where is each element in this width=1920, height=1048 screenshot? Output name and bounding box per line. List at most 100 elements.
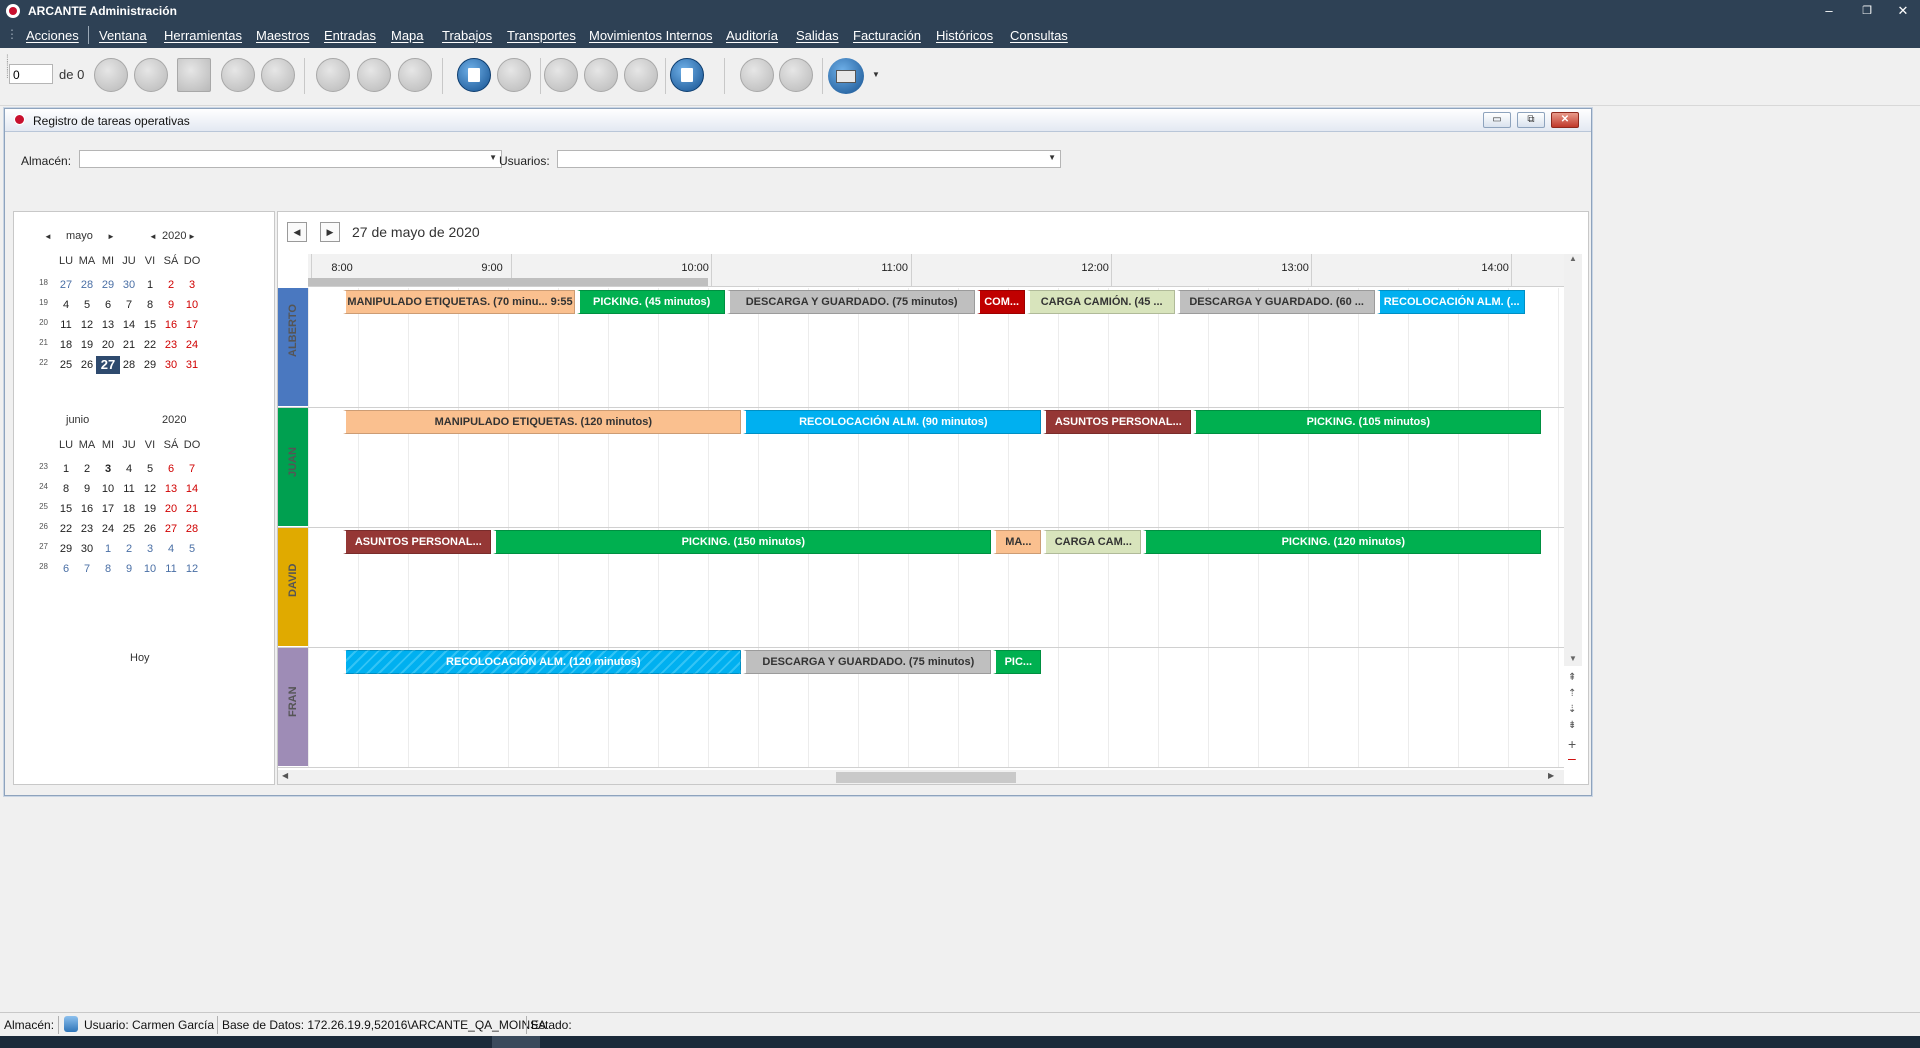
restore-button[interactable]: ❐ [1850, 0, 1884, 22]
appointment[interactable]: RECOLOCACIÓN ALM. (... [1376, 290, 1525, 314]
scroll-right-icon[interactable]: ▶ [1548, 771, 1554, 780]
record-number-input[interactable]: 0 [9, 64, 53, 84]
time-label: 12:00 [1081, 262, 1109, 274]
calendar-day[interactable]: 31 [180, 356, 204, 374]
horizontal-scroll-thumb[interactable] [836, 772, 1016, 783]
appointment[interactable]: ASUNTOS PERSONAL... [1043, 410, 1192, 434]
usuarios-label: Usuarios: [499, 154, 550, 168]
almacen-combo[interactable]: ▼ [79, 150, 502, 168]
previous-day-button[interactable]: ◀ [287, 222, 307, 242]
print-icon[interactable] [828, 58, 864, 94]
week-number: 28 [39, 562, 48, 571]
usuarios-combo[interactable]: ▼ [557, 150, 1061, 168]
minimize-button[interactable]: – [1812, 0, 1846, 22]
appointment[interactable]: PIC... [993, 650, 1042, 674]
today-button[interactable]: Hoy [130, 652, 150, 664]
cancel-icon[interactable] [497, 58, 531, 92]
horizontal-scrollbar[interactable]: ◀ ▶ [278, 770, 1564, 784]
appointment[interactable]: MANIPULADO ETIQUETAS. (120 minutos) [343, 410, 742, 434]
menu-salidas[interactable]: Salidas [796, 28, 839, 43]
child-close-button[interactable]: ✕ [1551, 112, 1579, 128]
calendar-day[interactable]: 10 [180, 296, 204, 314]
menu-herramientas[interactable]: Herramientas [164, 28, 242, 43]
print-dropdown-icon[interactable]: ▼ [872, 70, 880, 79]
scroll-up-icon[interactable]: ▲ [1569, 254, 1577, 263]
appointment[interactable]: COM... [976, 290, 1025, 314]
calendar-day[interactable]: 17 [180, 316, 204, 334]
next-record-icon[interactable] [221, 58, 255, 92]
clear-filter-icon[interactable] [779, 58, 813, 92]
menu-acciones[interactable]: Acciones [26, 28, 79, 43]
toolbar-separator [442, 58, 443, 94]
appointment[interactable]: PICKING. (150 minutos) [493, 530, 992, 554]
previous-year-icon[interactable]: ◄ [149, 232, 157, 241]
expand-rows-icon[interactable]: ⇟ [1568, 720, 1576, 731]
stop-icon[interactable] [584, 58, 618, 92]
almacen-label: Almacén: [21, 154, 72, 168]
scroll-left-icon[interactable]: ◀ [282, 771, 288, 780]
child-minimize-button[interactable]: ▭ [1483, 112, 1511, 128]
menu-facturacion[interactable]: Facturación [853, 28, 921, 43]
last-record-icon[interactable] [261, 58, 295, 92]
child-maximize-button[interactable]: ⧉ [1517, 112, 1545, 128]
next-month-icon[interactable]: ► [107, 232, 115, 241]
appointment[interactable]: ASUNTOS PERSONAL... [343, 530, 492, 554]
calendar-day[interactable]: 28 [180, 520, 204, 538]
appointment[interactable]: DESCARGA Y GUARDADO. (75 minutos) [743, 650, 992, 674]
first-record-icon[interactable] [94, 58, 128, 92]
refresh-icon[interactable] [670, 58, 704, 92]
accept-icon[interactable] [544, 58, 578, 92]
appointment[interactable]: CARGA CAMIÓN. (45 ... [1026, 290, 1175, 314]
collapse-rows-icon[interactable]: ⇞ [1568, 672, 1576, 683]
appointment[interactable]: PICKING. (120 minutos) [1143, 530, 1542, 554]
appointment[interactable]: PICKING. (45 minutos) [576, 290, 725, 314]
edit-record-icon[interactable] [357, 58, 391, 92]
zoom-out-icon[interactable]: – [1568, 750, 1576, 766]
previous-record-icon[interactable] [134, 58, 168, 92]
calendar-day[interactable]: 24 [180, 336, 204, 354]
previous-month-icon[interactable]: ◄ [44, 232, 52, 241]
appointment[interactable]: PICKING. (105 minutos) [1193, 410, 1542, 434]
menu-consultas[interactable]: Consultas [1010, 28, 1068, 43]
menu-historicos[interactable]: Históricos [936, 28, 993, 43]
filter-icon[interactable] [740, 58, 774, 92]
appointment[interactable]: RECOLOCACIÓN ALM. (120 minutos) [343, 650, 742, 674]
calendar-day[interactable]: 7 [180, 460, 204, 478]
menu-maestros[interactable]: Maestros [256, 28, 309, 43]
menu-auditoria[interactable]: Auditoría [726, 28, 778, 43]
main-toolbar: ⁞ ⁞ ⁞ 0 de 0 ▼ [0, 48, 1920, 106]
appointment[interactable]: RECOLOCACIÓN ALM. (90 minutos) [743, 410, 1042, 434]
appointment[interactable]: DESCARGA Y GUARDADO. (60 ... [1176, 290, 1375, 314]
taskbar-app-button[interactable] [492, 1036, 540, 1048]
new-record-icon[interactable] [316, 58, 350, 92]
calendar-day[interactable]: 12 [180, 560, 204, 578]
menu-trabajos[interactable]: Trabajos [442, 28, 492, 43]
calendar-day[interactable]: 3 [180, 276, 204, 294]
delete-record-icon[interactable] [398, 58, 432, 92]
save-icon[interactable] [457, 58, 491, 92]
calendar-day[interactable]: 5 [180, 540, 204, 558]
vertical-scrollbar[interactable]: ▲ ▼ [1564, 254, 1582, 666]
close-button[interactable]: ✕ [1886, 0, 1920, 22]
appointment[interactable]: MANIPULADO ETIQUETAS. (70 minu... 9:55 [343, 290, 575, 314]
calendar-day[interactable]: 21 [180, 500, 204, 518]
calendar-day[interactable]: 14 [180, 480, 204, 498]
resource-name: DAVID [287, 563, 299, 597]
list-view-icon[interactable] [177, 58, 211, 92]
menu-ventana[interactable]: Ventana [99, 28, 147, 43]
appointment[interactable]: DESCARGA Y GUARDADO. (75 minutos) [726, 290, 975, 314]
resource-label: FRAN [278, 648, 308, 766]
next-day-button[interactable]: ▶ [320, 222, 340, 242]
next-year-icon[interactable]: ► [188, 232, 196, 241]
menu-transportes[interactable]: Transportes [507, 28, 576, 43]
menu-entradas[interactable]: Entradas [324, 28, 376, 43]
row-up-icon[interactable]: ⇡ [1568, 688, 1576, 699]
menu-mapa[interactable]: Mapa [391, 28, 424, 43]
row-down-icon[interactable]: ⇣ [1568, 704, 1576, 715]
appointment[interactable]: CARGA CAM... [1043, 530, 1142, 554]
menu-movimientos-internos[interactable]: Movimientos Internos [589, 28, 713, 43]
export-icon[interactable] [624, 58, 658, 92]
scroll-down-icon[interactable]: ▼ [1569, 654, 1577, 663]
time-tick [1311, 254, 1313, 286]
appointment[interactable]: MA... [993, 530, 1042, 554]
